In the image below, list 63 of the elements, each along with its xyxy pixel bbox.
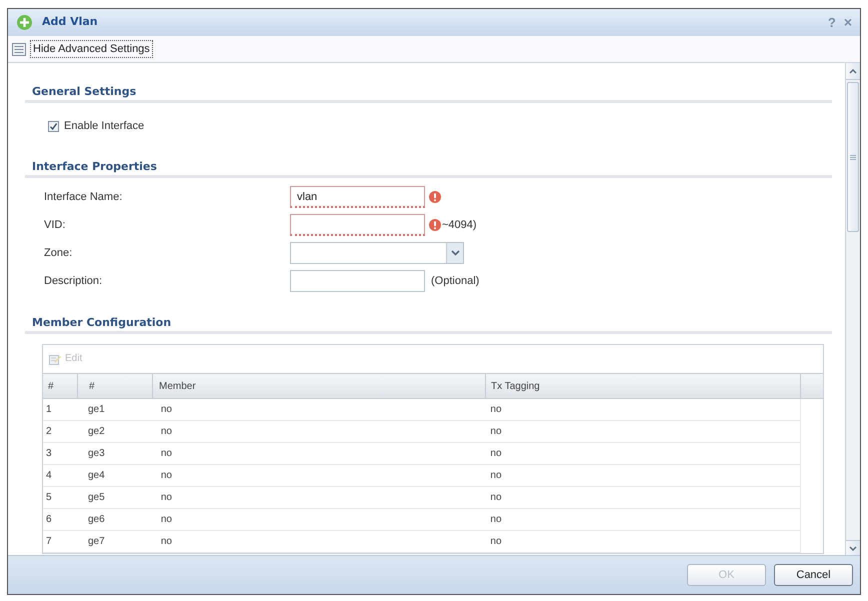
table-cell-text: no (489, 403, 503, 417)
table-cell-text: 1 (45, 403, 53, 417)
window-title: Add Vlan (42, 14, 98, 30)
table-cell-text: no (489, 491, 503, 505)
table-cell-text: no (160, 513, 173, 527)
text-field[interactable] (290, 270, 425, 292)
table-cell-text: no (489, 447, 503, 461)
column-header[interactable]: # (43, 374, 78, 398)
section-heading: Interface Properties (32, 159, 157, 175)
hide-advanced-settings-button[interactable]: Hide Advanced Settings (30, 40, 153, 58)
table-cell-text: no (160, 469, 173, 483)
table-cell-text: 5 (45, 491, 53, 505)
section-heading: Member Configuration (32, 315, 172, 331)
column-header[interactable]: # (78, 374, 153, 398)
dialog-button[interactable]: Cancel (774, 564, 853, 586)
table-cell-text: no (160, 447, 173, 461)
table-cell-text: no (160, 535, 173, 549)
table-cell-text: ge4 (86, 469, 106, 483)
scroll-up-button[interactable] (846, 63, 860, 80)
table-cell-text: ge3 (86, 447, 106, 461)
error-icon (429, 191, 441, 203)
checkbox[interactable] (48, 120, 59, 132)
table-cell-text: ge2 (86, 425, 106, 439)
table-cell-text: no (489, 425, 503, 439)
scrollbar-thumb[interactable] (847, 82, 859, 232)
table-cell-text: 2 (45, 425, 53, 439)
field-label: Zone: (44, 246, 74, 261)
table-cell-text: 4 (45, 469, 53, 483)
table-cell-text: ge6 (86, 513, 106, 527)
field-label: VID: (44, 218, 66, 233)
text-field[interactable] (290, 214, 425, 236)
field-hint: (Optional) (431, 274, 480, 289)
plus-icon (17, 15, 32, 30)
edit-icon (49, 353, 61, 365)
section-heading: General Settings (32, 84, 136, 100)
grip-icon (850, 154, 856, 160)
field-hint: ~4094) (442, 218, 477, 233)
column-header[interactable]: Tx Tagging (486, 374, 801, 398)
table-cell-text: ge5 (86, 491, 106, 505)
table-cell-text: 3 (45, 447, 53, 461)
field-label: Description: (44, 274, 104, 289)
table-cell-text: 6 (45, 513, 53, 527)
chevron-down-icon (849, 546, 857, 550)
dropdown[interactable] (290, 242, 464, 264)
column-header[interactable]: Member (153, 374, 486, 398)
error-icon (429, 219, 441, 231)
table-cell-text: no (489, 469, 503, 483)
table-cell-text: ge1 (86, 403, 106, 417)
chevron-up-icon (849, 68, 857, 74)
table-cell-text: no (489, 535, 503, 549)
table-cell-text: 7 (45, 535, 53, 549)
field-label: Interface Name: (44, 190, 124, 205)
table-cell-text: no (160, 491, 173, 505)
text-field[interactable]: vlan (290, 186, 425, 208)
table-cell-text: ge7 (86, 535, 106, 549)
chevron-down-icon (446, 243, 463, 263)
table-cell-text: no (160, 425, 173, 439)
checkbox-label: Enable Interface (64, 118, 144, 134)
table-cell-text: no (489, 513, 503, 527)
scrollbar-track[interactable] (845, 63, 860, 555)
scroll-down-button[interactable] (846, 540, 860, 555)
list-icon (12, 42, 26, 56)
table-cell-text: no (160, 403, 173, 417)
